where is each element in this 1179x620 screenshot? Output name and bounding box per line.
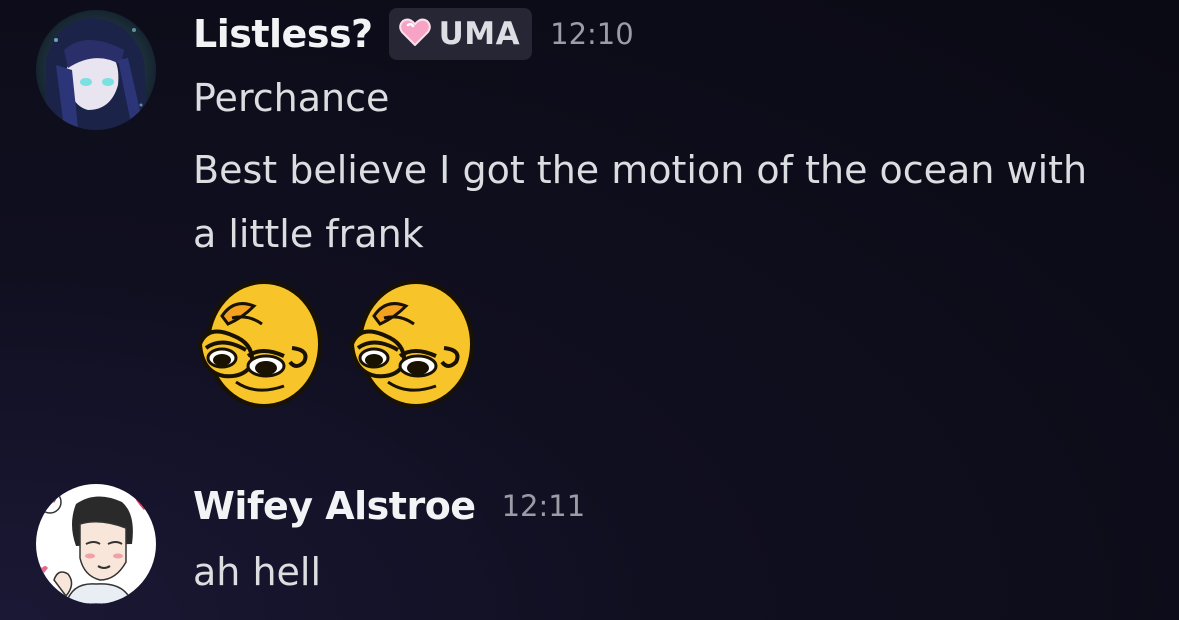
avatar[interactable]: [36, 484, 156, 604]
username[interactable]: Listless?: [193, 12, 373, 56]
timestamp: 12:10: [550, 17, 634, 51]
message-listless: Listless? UMA 12:10 Perchance Best belie…: [0, 0, 1179, 460]
message-line: ah hell: [193, 550, 322, 594]
smug-duck-emoji[interactable]: [344, 278, 474, 410]
avatar-image: [36, 484, 156, 604]
smug-duck-emoji[interactable]: [192, 278, 322, 410]
avatar[interactable]: [36, 10, 156, 130]
message-line: Perchance: [193, 76, 390, 120]
server-tag-label: UMA: [438, 16, 521, 52]
message-header: Wifey Alstroe 12:11: [193, 480, 585, 532]
message-header: Listless? UMA 12:10: [193, 8, 634, 60]
message-line: a little frank: [193, 212, 424, 256]
pink-heart-icon: [398, 18, 431, 50]
avatar-image: [36, 10, 156, 130]
username[interactable]: Wifey Alstroe: [193, 484, 476, 528]
server-tag[interactable]: UMA: [388, 8, 533, 60]
message-wifey-alstroe: Wifey Alstroe 12:11 ah hell: [0, 460, 1179, 620]
timestamp: 12:11: [501, 489, 586, 523]
message-line: Best believe I got the motion of the oce…: [193, 148, 1088, 192]
